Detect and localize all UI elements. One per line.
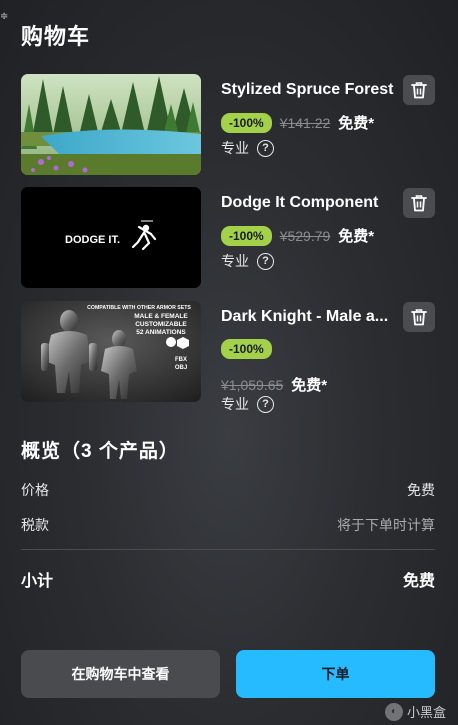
help-icon[interactable]: ?: [257, 395, 274, 413]
help-icon[interactable]: ?: [257, 252, 274, 270]
current-price: 免费*: [291, 377, 328, 394]
price-row: -100% ¥529.79 免费*: [221, 225, 374, 246]
original-price: ¥529.79: [279, 227, 331, 244]
product-name[interactable]: Dodge It Component: [221, 194, 399, 212]
cart-item-info: Dark Knight - Male a... -100% ¥1,059.65 …: [221, 301, 437, 413]
summary-title: 概览（3 个产品）: [21, 441, 179, 462]
product-name[interactable]: Dark Knight - Male a...: [221, 308, 399, 326]
license-tier-label: 专业: [221, 253, 249, 269]
price-value: 免费: [407, 482, 435, 498]
cart-item: COMPATIBLE WITH OTHER ARMOR SETS MALE & …: [21, 301, 437, 413]
trash-icon: [411, 82, 427, 99]
tax-summary-row: 税款 将于下单时计算: [21, 515, 435, 535]
current-price: 免费*: [338, 115, 375, 132]
tax-value: 将于下单时计算: [337, 517, 435, 533]
discount-badge: -100%: [221, 112, 272, 133]
price-row: -100% ¥141.22 免费*: [221, 112, 374, 133]
subtotal-label: 小计: [21, 573, 54, 590]
subtotal-row: 小计 免费: [21, 567, 435, 591]
thumbnail-line: CUSTOMIZABLE: [135, 321, 187, 328]
price-summary-row: 价格 免费: [21, 480, 435, 500]
price-row: -100%: [221, 339, 272, 359]
license-tier-label: 专业: [221, 396, 249, 412]
format-label: FBX: [175, 357, 187, 363]
original-price: ¥1,059.65: [221, 376, 284, 393]
watermark-text: 小黑盒: [406, 705, 446, 720]
thumbnail-line: COMPATIBLE WITH OTHER ARMOR SETS: [87, 305, 191, 311]
current-price: 免费*: [338, 228, 375, 245]
place-order-button[interactable]: 下单: [236, 650, 435, 698]
original-price: ¥141.22: [279, 114, 331, 131]
dark-knight-thumbnail[interactable]: COMPATIBLE WITH OTHER ARMOR SETS MALE & …: [21, 301, 201, 402]
subtotal-value: 免费: [402, 573, 435, 590]
license-tier: 专业 ?: [221, 394, 274, 414]
cart-item: Stylized Spruce Forest -100% ¥141.22 免费*…: [21, 74, 437, 176]
price-row: ¥1,059.65 免费*: [221, 374, 327, 395]
license-tier: 专业 ?: [221, 138, 274, 158]
format-label: OBJ: [175, 365, 187, 371]
thumbnail-line: 52 ANIMATIONS: [136, 329, 186, 336]
cart-item: DODGE IT. Dodge It Component -100% ¥529.…: [21, 187, 437, 289]
discount-badge: -100%: [221, 225, 272, 246]
view-in-cart-button[interactable]: 在购物车中查看: [21, 650, 220, 698]
trash-icon: [411, 195, 427, 212]
trash-icon: [411, 309, 427, 326]
divider: [21, 549, 435, 550]
license-tier-label: 专业: [221, 140, 249, 156]
remove-item-button[interactable]: [403, 302, 435, 332]
cart-item-info: Dodge It Component -100% ¥529.79 免费* 专业 …: [221, 187, 437, 289]
tax-label: 税款: [21, 517, 49, 533]
spruce-forest-thumbnail[interactable]: [21, 74, 201, 175]
price-label: 价格: [21, 482, 49, 498]
discount-badge: -100%: [221, 339, 272, 359]
unreal-logo-icon: [166, 337, 176, 347]
thumbnail-line: MALE & FEMALE: [134, 313, 188, 320]
remove-item-button[interactable]: [403, 188, 435, 218]
watermark: ◐ 小黑盒: [384, 702, 446, 721]
help-icon[interactable]: ?: [257, 139, 274, 157]
heybox-logo-icon: ◐: [384, 702, 403, 721]
corner-glyph: ≑: [0, 11, 9, 22]
thumbnail-text: DODGE IT.: [65, 234, 120, 246]
product-name[interactable]: Stylized Spruce Forest: [221, 81, 399, 99]
license-tier: 专业 ?: [221, 251, 274, 271]
cart-item-info: Stylized Spruce Forest -100% ¥141.22 免费*…: [221, 74, 437, 176]
dodge-it-thumbnail[interactable]: DODGE IT.: [21, 187, 201, 288]
remove-item-button[interactable]: [403, 75, 435, 105]
cart-title: 购物车: [21, 24, 91, 49]
